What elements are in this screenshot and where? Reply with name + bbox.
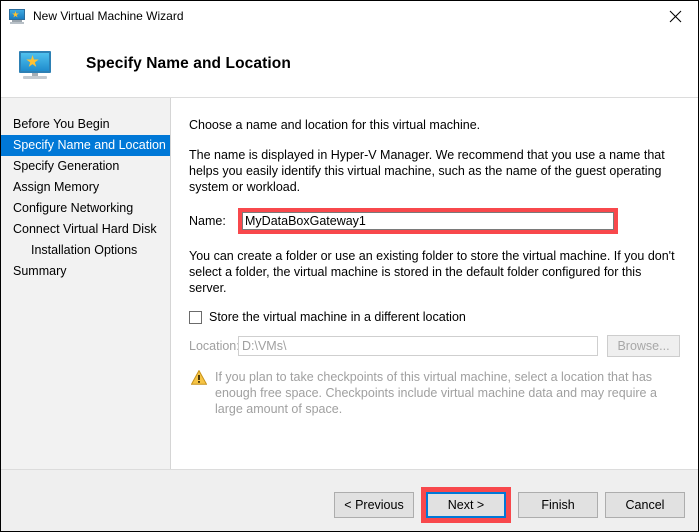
store-location-checkbox[interactable] [189,310,202,324]
window-title: New Virtual Machine Wizard [33,9,184,23]
sidebar-item-before-you-begin[interactable]: Before You Begin [1,114,170,135]
sidebar-item-configure-networking[interactable]: Configure Networking [1,198,170,219]
checkpoint-warning: If you plan to take checkpoints of this … [189,369,680,417]
warning-triangle-icon [191,370,207,385]
checkpoint-warning-text: If you plan to take checkpoints of this … [215,370,657,416]
name-input[interactable] [242,212,614,230]
store-location-checkbox-row: Store the virtual machine in a different… [189,310,680,324]
name-label: Name: [189,214,226,228]
page-header: Specify Name and Location [1,31,698,98]
wizard-body: Before You Begin Specify Name and Locati… [1,98,698,469]
next-button-annotation-highlight: Next > [421,487,511,523]
store-location-checkbox-label: Store the virtual machine in a different… [209,310,466,324]
intro-text: Choose a name and location for this virt… [189,118,481,132]
wizard-footer: < Previous Next > Finish Cancel [1,469,698,531]
sidebar-item-specify-generation[interactable]: Specify Generation [1,156,170,177]
previous-button[interactable]: < Previous [334,492,414,518]
sidebar-item-specify-name-and-location[interactable]: Specify Name and Location [1,135,170,156]
name-field-row: Name: [189,208,680,234]
sidebar-item-connect-virtual-hard-disk[interactable]: Connect Virtual Hard Disk [1,219,170,240]
wizard-content-pane: Choose a name and location for this virt… [172,98,698,469]
description-text: The name is displayed in Hyper-V Manager… [189,148,665,194]
sidebar-item-installation-options[interactable]: Installation Options [1,240,170,261]
sidebar-item-summary[interactable]: Summary [1,261,170,282]
cancel-button[interactable]: Cancel [605,492,685,518]
wizard-step-sidebar: Before You Begin Specify Name and Locati… [1,98,171,469]
next-button[interactable]: Next > [426,492,506,518]
page-title: Specify Name and Location [86,55,291,72]
name-field-annotation-highlight [238,208,618,234]
folder-description-text: You can create a folder or use an existi… [189,249,675,295]
close-glyph [669,10,681,22]
new-virtual-machine-wizard-window: New Virtual Machine Wizard Specify Name … [0,0,699,532]
virtual-machine-monitor-icon [19,48,51,80]
location-label: Location: [189,339,240,353]
browse-button[interactable]: Browse... [607,335,680,357]
virtual-machine-monitor-icon [9,8,25,24]
location-input[interactable] [238,336,599,356]
finish-button[interactable]: Finish [518,492,598,518]
close-icon[interactable] [652,1,698,31]
sidebar-item-assign-memory[interactable]: Assign Memory [1,177,170,198]
footer-button-group: < Previous Next > Finish Cancel [327,487,685,523]
location-field-row: Location: Browse... [189,335,680,357]
title-bar: New Virtual Machine Wizard [1,1,698,31]
